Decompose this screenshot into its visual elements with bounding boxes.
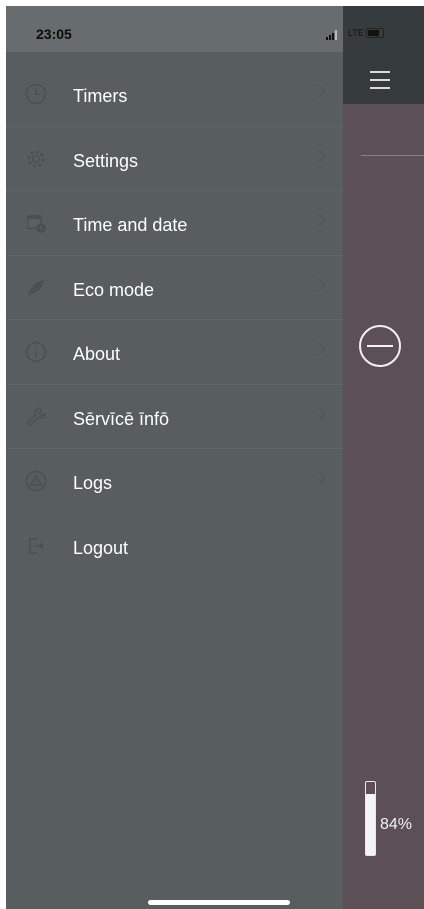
menu-item-logout[interactable]: Logout xyxy=(6,514,343,579)
leaf-icon xyxy=(25,277,47,299)
menu-item-service-info[interactable]: Sērvīcē īnfō xyxy=(6,385,343,449)
drawer-menu: Timers Settings Time and date Eco mode A… xyxy=(6,62,343,578)
chevron-right-icon xyxy=(311,277,327,292)
menu-item-settings[interactable]: Settings xyxy=(6,127,343,191)
level-fill xyxy=(366,793,375,855)
gear-icon xyxy=(25,148,47,170)
info-icon xyxy=(25,341,47,363)
menu-item-label: Eco mode xyxy=(73,279,155,300)
menu-item-label: Logs xyxy=(73,473,113,493)
home-indicator[interactable] xyxy=(148,900,290,905)
menu-item-label: About xyxy=(73,344,121,364)
network-label: LTE xyxy=(348,28,364,38)
clock-icon xyxy=(25,83,47,105)
warning-icon xyxy=(25,470,47,492)
menu-item-label: Time and date xyxy=(73,215,188,235)
menu-item-label: Settings xyxy=(73,150,139,171)
menu-item-timers[interactable]: Timers xyxy=(6,62,343,127)
minus-circle-icon[interactable] xyxy=(359,325,401,367)
chevron-right-icon xyxy=(311,406,327,421)
calendar-clock-icon xyxy=(25,212,47,234)
main-header xyxy=(343,6,424,104)
menu-item-label: Sērvīcē īnfō xyxy=(73,408,170,429)
wrench-icon xyxy=(25,406,47,428)
divider xyxy=(361,155,424,156)
chevron-right-icon xyxy=(311,341,327,357)
menu-item-label: Timers xyxy=(73,86,128,106)
battery-icon xyxy=(366,28,384,38)
chevron-right-icon xyxy=(311,212,327,228)
chevron-right-icon xyxy=(311,83,327,99)
menu-item-label: Logout xyxy=(73,537,129,558)
app-screen: 84% 23:05 Timers Settings Time and date … xyxy=(6,6,424,909)
hamburger-icon[interactable] xyxy=(370,71,390,89)
menu-item-eco-mode[interactable]: Eco mode xyxy=(6,256,343,320)
level-text: 84% xyxy=(380,816,413,833)
level-bar xyxy=(365,781,376,856)
chevron-right-icon xyxy=(311,470,327,486)
chevron-right-icon xyxy=(311,148,327,163)
status-time: 23:05 xyxy=(36,26,72,42)
menu-item-logs[interactable]: Logs xyxy=(6,449,343,514)
signal-icon xyxy=(326,30,340,40)
status-bar: 23:05 xyxy=(6,6,343,52)
menu-item-time-and-date[interactable]: Time and date xyxy=(6,191,343,256)
menu-item-about[interactable]: About xyxy=(6,320,343,385)
logout-icon xyxy=(25,535,47,557)
main-content: 84% xyxy=(343,6,424,909)
navigation-drawer: 23:05 Timers Settings Time and date Eco … xyxy=(6,6,343,909)
